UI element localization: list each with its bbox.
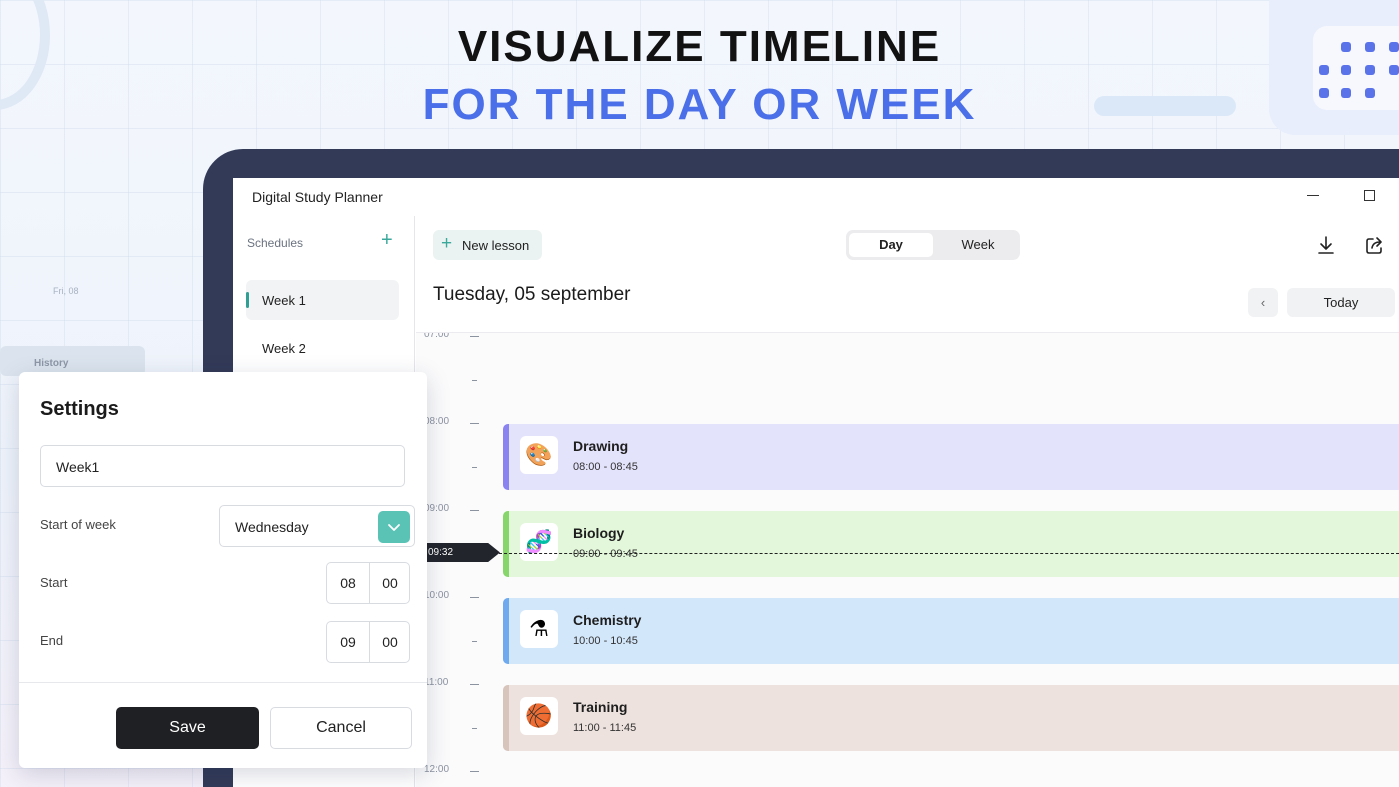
dna-icon: 🧬 bbox=[520, 523, 558, 561]
new-lesson-label: New lesson bbox=[462, 238, 530, 253]
share-icon[interactable] bbox=[1364, 234, 1386, 256]
hour-tick bbox=[470, 597, 479, 598]
plus-icon: + bbox=[441, 233, 453, 254]
hour-label: 12:00 bbox=[424, 764, 450, 775]
hour-label: 08:00 bbox=[424, 416, 450, 427]
dialog-footer: Save Cancel bbox=[19, 682, 427, 768]
hour-tick bbox=[470, 510, 479, 511]
start-minute[interactable]: 00 bbox=[369, 575, 411, 591]
lesson-time: 11:00 - 11:45 bbox=[573, 722, 637, 734]
half-hour-tick bbox=[472, 467, 477, 468]
sidebar-item-week-2[interactable]: Week 2 bbox=[246, 328, 399, 368]
history-label: History bbox=[34, 358, 69, 369]
date-title: Tuesday, 05 september bbox=[433, 284, 631, 305]
end-label: End bbox=[40, 633, 64, 648]
schedule-name-input[interactable]: Week1 bbox=[40, 445, 405, 487]
chevron-left-icon: ‹ bbox=[1260, 295, 1266, 310]
save-button[interactable]: Save bbox=[116, 707, 259, 749]
start-of-week-select[interactable]: Wednesday bbox=[219, 505, 415, 547]
current-time-line bbox=[494, 553, 1399, 554]
hour-label: 07:00 bbox=[424, 332, 450, 340]
start-of-week-label: Start of week bbox=[40, 517, 116, 532]
flask-icon: ⚗ bbox=[520, 610, 558, 648]
lesson-name: Chemistry bbox=[573, 612, 642, 628]
hour-tick bbox=[470, 684, 479, 685]
today-button[interactable]: Today bbox=[1287, 288, 1395, 317]
dialog-title: Settings bbox=[40, 398, 119, 420]
sidebar-item-label: Week 1 bbox=[262, 293, 306, 308]
half-hour-tick bbox=[472, 728, 477, 729]
half-hour-tick bbox=[472, 380, 477, 381]
view-switcher: Day Week bbox=[846, 230, 1020, 260]
end-hour[interactable]: 09 bbox=[327, 634, 369, 650]
maximize-icon[interactable] bbox=[1364, 190, 1375, 201]
background-day-label: Fri, 08 bbox=[53, 286, 79, 296]
start-hour[interactable]: 08 bbox=[327, 575, 369, 591]
lesson-name: Biology bbox=[573, 525, 625, 541]
lesson-card-biology[interactable]: 🧬 Biology 09:00 - 09:45 bbox=[503, 511, 1399, 577]
hour-tick bbox=[470, 336, 479, 337]
hour-label: 11:00 bbox=[424, 677, 449, 688]
lesson-card-training[interactable]: 🏀 Training 11:00 - 11:45 bbox=[503, 685, 1399, 751]
start-label: Start bbox=[40, 575, 68, 590]
app-title: Digital Study Planner bbox=[252, 189, 383, 205]
tab-week[interactable]: Week bbox=[936, 233, 1020, 257]
title-bar: Digital Study Planner bbox=[233, 178, 1399, 216]
previous-day-button[interactable]: ‹ bbox=[1248, 288, 1278, 317]
hour-tick bbox=[470, 423, 479, 424]
hour-label: 10:00 bbox=[424, 590, 450, 601]
half-hour-tick bbox=[472, 641, 477, 642]
hour-label: 09:00 bbox=[424, 503, 450, 514]
current-time-label: 09:32 bbox=[428, 547, 454, 558]
lesson-time: 09:00 - 09:45 bbox=[573, 548, 638, 560]
hour-tick bbox=[470, 771, 479, 772]
lesson-name: Drawing bbox=[573, 438, 629, 454]
main-panel: + New lesson Day Week Tuesday, 05 septem… bbox=[416, 216, 1399, 787]
chevron-down-icon[interactable] bbox=[378, 511, 410, 543]
end-minute[interactable]: 00 bbox=[369, 634, 411, 650]
headline-line-1: VISUALIZE TIMELINE bbox=[457, 22, 942, 71]
lesson-time: 10:00 - 10:45 bbox=[573, 635, 638, 647]
selected-day: Wednesday bbox=[235, 519, 309, 535]
headline-line-2: FOR THE DAY OR WEEK bbox=[422, 80, 977, 129]
lesson-card-drawing[interactable]: 🎨 Drawing 08:00 - 08:45 bbox=[503, 424, 1399, 490]
basketball-icon: 🏀 bbox=[520, 697, 558, 735]
settings-dialog: Settings Week1 Start of week Wednesday S… bbox=[19, 372, 427, 768]
current-time-badge: 09:32 bbox=[426, 543, 500, 562]
new-lesson-button[interactable]: + New lesson bbox=[433, 230, 542, 260]
sidebar-item-label: Week 2 bbox=[262, 341, 306, 356]
day-timeline: 07:00 08:00 09:00 10:00 11:00 12:00 🎨 Dr… bbox=[416, 332, 1399, 787]
download-icon[interactable] bbox=[1315, 234, 1337, 256]
active-indicator bbox=[246, 292, 249, 308]
lesson-name: Training bbox=[573, 699, 628, 715]
start-time-picker[interactable]: 08 00 bbox=[326, 562, 410, 604]
cancel-button[interactable]: Cancel bbox=[270, 707, 412, 749]
lesson-card-chemistry[interactable]: ⚗ Chemistry 10:00 - 10:45 bbox=[503, 598, 1399, 664]
add-schedule-icon[interactable]: + bbox=[381, 230, 393, 250]
schedules-header: Schedules bbox=[247, 236, 304, 250]
end-time-picker[interactable]: 09 00 bbox=[326, 621, 410, 663]
lesson-time: 08:00 - 08:45 bbox=[573, 461, 638, 473]
sidebar-item-week-1[interactable]: Week 1 bbox=[246, 280, 399, 320]
tab-day[interactable]: Day bbox=[849, 233, 933, 257]
palette-icon: 🎨 bbox=[520, 436, 558, 474]
minimize-icon[interactable] bbox=[1307, 195, 1319, 196]
